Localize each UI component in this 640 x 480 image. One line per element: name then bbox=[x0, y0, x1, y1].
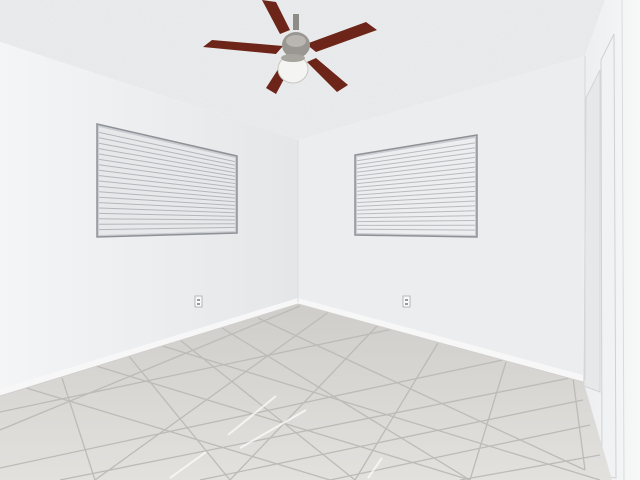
empty-bedroom-scene bbox=[0, 0, 640, 480]
fan-downrod bbox=[293, 14, 299, 30]
closet-door[interactable] bbox=[600, 33, 617, 479]
closet-door-frame bbox=[583, 69, 601, 393]
outlet-left bbox=[194, 295, 203, 308]
blind-slat bbox=[98, 223, 236, 225]
outlet-right bbox=[402, 295, 411, 308]
right-wall-closet bbox=[583, 0, 640, 480]
